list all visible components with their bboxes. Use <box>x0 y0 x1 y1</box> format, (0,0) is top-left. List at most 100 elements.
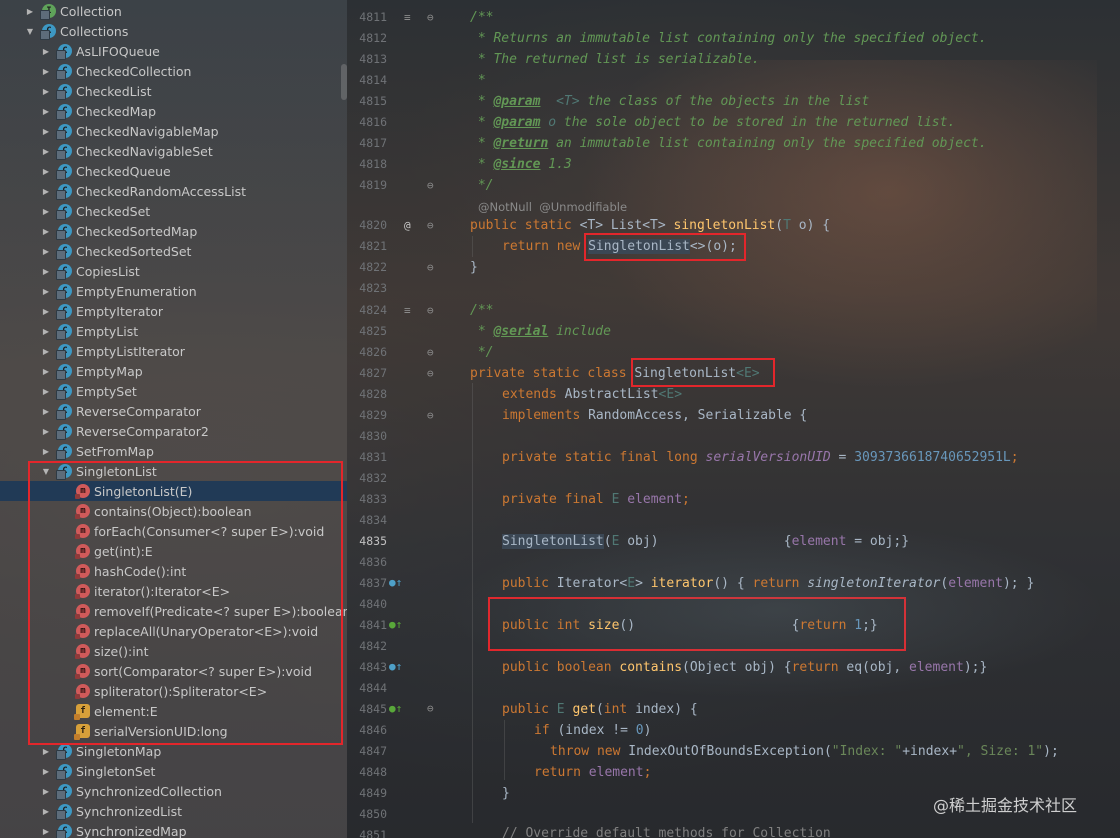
collapse-right-arrow-icon[interactable]: ▶ <box>40 747 52 756</box>
collapse-right-arrow-icon[interactable]: ▶ <box>40 247 52 256</box>
class-name[interactable]: SingletonList <box>634 366 736 381</box>
collapse-right-arrow-icon[interactable]: ▶ <box>40 407 52 416</box>
tree-row[interactable]: ▼ C Collections <box>0 21 347 41</box>
doc-toggle-icon[interactable]: ≡ <box>404 300 411 321</box>
collapse-right-arrow-icon[interactable]: ▶ <box>40 127 52 136</box>
code-line[interactable]: } <box>470 257 478 278</box>
code-line[interactable]: public E get(int index) { <box>502 699 698 720</box>
collapse-right-arrow-icon[interactable]: ▶ <box>40 187 52 196</box>
fold-icon[interactable]: ⊖ <box>427 257 434 278</box>
tree-row[interactable]: ▶ I Collection <box>0 1 347 21</box>
tree-row[interactable]: ▶ C CheckedSortedSet <box>0 241 347 261</box>
tree-row[interactable]: ▶ C ReverseComparator2 <box>0 421 347 441</box>
override-icon[interactable]: ●↑ <box>389 698 402 719</box>
tree-row[interactable]: ▶ C AsLIFOQueue <box>0 41 347 61</box>
collapse-right-arrow-icon[interactable]: ▶ <box>40 207 52 216</box>
tree-row[interactable]: m removeIf(Predicate<? super E>):boolean <box>0 601 347 621</box>
collapse-right-arrow-icon[interactable]: ▶ <box>40 767 52 776</box>
code-line[interactable]: return new SingletonList<>(o); <box>502 236 737 257</box>
tree-row[interactable]: m get(int):E <box>0 541 347 561</box>
collapse-right-arrow-icon[interactable]: ▶ <box>40 167 52 176</box>
code-line[interactable]: implements RandomAccess, Serializable { <box>502 405 807 426</box>
code-line[interactable]: public int size() {return 1;} <box>502 615 878 636</box>
fold-icon[interactable]: ⊖ <box>427 698 434 719</box>
tree-row[interactable]: f serialVersionUID:long <box>0 721 347 741</box>
collapse-right-arrow-icon[interactable]: ▶ <box>40 327 52 336</box>
collapse-right-arrow-icon[interactable]: ▶ <box>40 387 52 396</box>
code-line[interactable]: // Override default methods for Collecti… <box>502 823 831 838</box>
tree-row[interactable]: ▶ C CheckedSortedMap <box>0 221 347 241</box>
code-line[interactable]: /** <box>470 300 493 321</box>
code-line[interactable]: private final E element; <box>502 489 690 510</box>
tree-row[interactable]: ▶ C CheckedQueue <box>0 161 347 181</box>
tree-row[interactable]: ▶ C CheckedRandomAccessList <box>0 181 347 201</box>
tree-row[interactable]: ▶ C EmptyEnumeration <box>0 281 347 301</box>
collapse-right-arrow-icon[interactable]: ▶ <box>40 447 52 456</box>
code-editor[interactable]: 4810 4811 4812 4813 4814 4815 4816 4817 4818 4819… <box>347 0 1120 838</box>
tree-row[interactable]: m iterator():Iterator<E> <box>0 581 347 601</box>
collapse-right-arrow-icon[interactable]: ▶ <box>40 87 52 96</box>
code-line[interactable]: private static final long serialVersionU… <box>502 447 1019 468</box>
code-line[interactable]: * Returns an immutable list containing o… <box>470 28 987 49</box>
expand-down-arrow-icon[interactable]: ▼ <box>40 467 52 476</box>
code-line[interactable]: } <box>502 783 510 804</box>
fold-icon[interactable]: ⊖ <box>427 405 434 426</box>
collapse-right-arrow-icon[interactable]: ▶ <box>40 827 52 836</box>
tree-row[interactable]: ▶ C EmptySet <box>0 381 347 401</box>
collapse-right-arrow-icon[interactable]: ▶ <box>40 147 52 156</box>
tree-row[interactable]: ▼ C SingletonList <box>0 461 347 481</box>
code-line[interactable]: public Iterator<E> iterator() { return s… <box>502 573 1034 594</box>
collapse-right-arrow-icon[interactable]: ▶ <box>40 107 52 116</box>
constructor-name[interactable]: SingletonList <box>502 534 604 549</box>
code-line[interactable]: return element; <box>534 762 651 783</box>
tree-row[interactable]: ▶ C SynchronizedMap <box>0 821 347 838</box>
tree-row[interactable]: ▶ C CheckedMap <box>0 101 347 121</box>
code-line[interactable]: public boolean contains(Object obj) {ret… <box>502 657 987 678</box>
tree-row[interactable]: ▶ C EmptyListIterator <box>0 341 347 361</box>
tree-row[interactable]: ▶ C SynchronizedCollection <box>0 781 347 801</box>
code-line[interactable]: throw new IndexOutOfBoundsException("Ind… <box>550 741 1059 762</box>
collapse-right-arrow-icon[interactable]: ▶ <box>40 347 52 356</box>
fold-icon[interactable]: ⊖ <box>427 300 434 321</box>
tree-row[interactable]: ▶ C CheckedNavigableMap <box>0 121 347 141</box>
collapse-right-arrow-icon[interactable]: ▶ <box>40 787 52 796</box>
collapse-right-arrow-icon[interactable]: ▶ <box>40 287 52 296</box>
tree-row[interactable]: ▶ C CheckedNavigableSet <box>0 141 347 161</box>
collapse-right-arrow-icon[interactable]: ▶ <box>40 227 52 236</box>
tree-row[interactable]: ▶ C CopiesList <box>0 261 347 281</box>
code-line[interactable]: SingletonList(E obj) {element = obj;} <box>502 531 909 552</box>
tree-row[interactable]: ▶ C EmptyMap <box>0 361 347 381</box>
fold-icon[interactable]: ⊖ <box>427 215 434 236</box>
tree-row[interactable]: ▶ C CheckedList <box>0 81 347 101</box>
code-line[interactable]: extends AbstractList<E> <box>502 384 682 405</box>
collapse-right-arrow-icon[interactable]: ▶ <box>40 807 52 816</box>
collapse-right-arrow-icon[interactable]: ▶ <box>24 7 36 16</box>
collapse-right-arrow-icon[interactable]: ▶ <box>40 47 52 56</box>
code-line[interactable]: * @serial include <box>470 321 611 342</box>
tree-row[interactable]: ▶ C SingletonSet <box>0 761 347 781</box>
project-structure-tree[interactable]: ▶ I Collection ▼ C Collections ▶ C AsLIFOQueue ▶ C… <box>0 0 347 838</box>
doc-toggle-icon[interactable]: ≡ <box>404 7 411 28</box>
code-line[interactable]: public static <T> List<T> singletonList(… <box>470 215 830 236</box>
override-icon[interactable]: ●↑ <box>389 656 402 677</box>
fold-icon[interactable]: ⊖ <box>427 7 434 28</box>
fold-icon[interactable]: ⊖ <box>427 363 434 384</box>
singletonlist-reference[interactable]: SingletonList <box>588 239 690 254</box>
tree-row[interactable]: ▶ C SetFromMap <box>0 441 347 461</box>
tree-row[interactable]: m SingletonList(E) <box>0 481 347 501</box>
code-line[interactable]: * @return an immutable list containing o… <box>470 133 987 154</box>
code-line[interactable]: */ <box>470 175 494 196</box>
override-icon[interactable]: ●↑ <box>389 572 402 593</box>
code-line[interactable]: * @param o the sole object to be stored … <box>470 112 955 133</box>
collapse-right-arrow-icon[interactable]: ▶ <box>40 67 52 76</box>
fold-icon[interactable]: ⊖ <box>427 175 434 196</box>
code-line[interactable]: if (index != 0) <box>534 720 651 741</box>
expand-down-arrow-icon[interactable]: ▼ <box>24 27 36 36</box>
code-line[interactable]: * @since 1.3 <box>470 154 572 175</box>
tree-row[interactable]: ▶ C CheckedSet <box>0 201 347 221</box>
code-line[interactable]: * <box>470 70 486 91</box>
collapse-right-arrow-icon[interactable]: ▶ <box>40 267 52 276</box>
collapse-right-arrow-icon[interactable]: ▶ <box>40 367 52 376</box>
tree-row[interactable]: ▶ C SingletonMap <box>0 741 347 761</box>
collapse-right-arrow-icon[interactable]: ▶ <box>40 427 52 436</box>
